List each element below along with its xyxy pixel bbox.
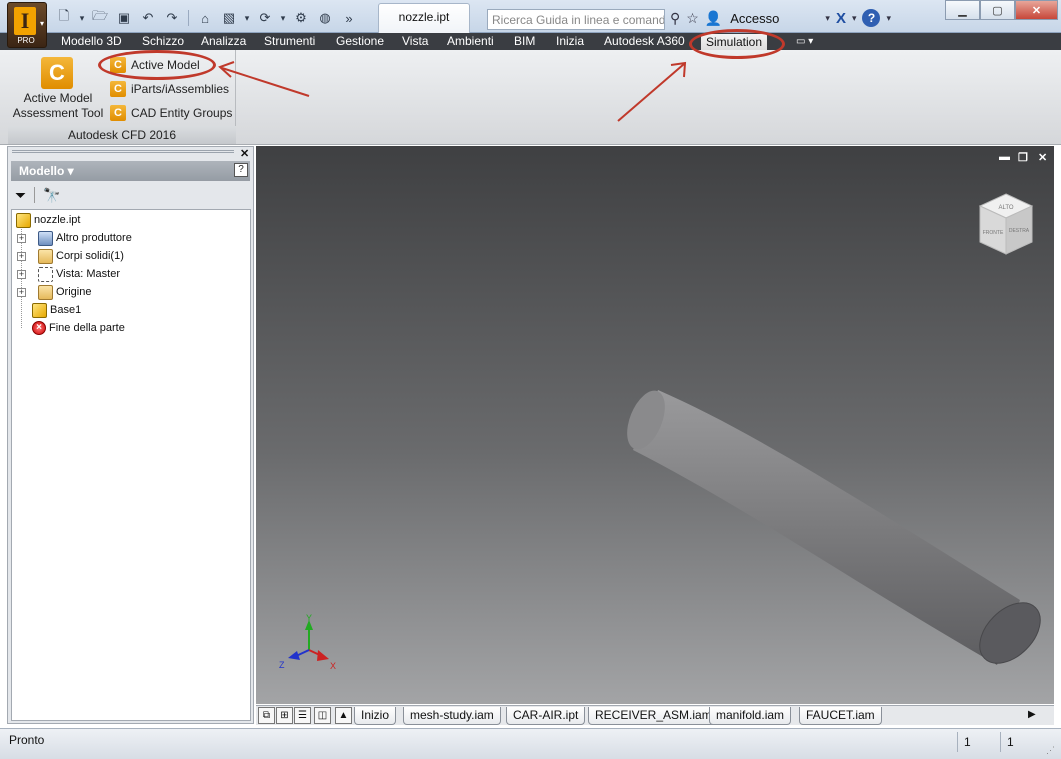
viewcube[interactable]: ALTO FRONTE DESTRA	[976, 192, 1036, 260]
tree-item-label: Corpi solidi(1)	[56, 250, 124, 262]
solid-bodies-icon	[38, 248, 53, 264]
part-icon	[16, 212, 31, 228]
third-party-icon	[38, 230, 53, 246]
cascade-windows-icon[interactable]: ⧉	[258, 707, 275, 724]
filter-icon[interactable]: ⏷	[15, 187, 26, 204]
tree-item-label: Fine della parte	[49, 322, 125, 334]
tree-item[interactable]: + Vista: Master	[17, 265, 120, 283]
expand-icon[interactable]: +	[17, 287, 26, 297]
help-icon[interactable]: ?	[234, 163, 248, 177]
browser-grip[interactable]	[12, 150, 234, 153]
base-feature-icon	[32, 302, 47, 318]
separator	[34, 187, 36, 203]
browser-header[interactable]: Modello ▾	[11, 161, 250, 181]
document-tab[interactable]: mesh-study.iam	[403, 707, 501, 725]
tile-grid-icon[interactable]: ⊞	[276, 707, 293, 724]
tree-item-label: Base1	[50, 304, 82, 316]
z-axis-head	[288, 651, 300, 660]
arrow-line	[221, 67, 310, 97]
expand-icon[interactable]: +	[17, 233, 26, 243]
tree-item[interactable]: + Origine	[17, 283, 91, 301]
viewcube-top-label: ALTO	[998, 205, 1013, 211]
viewport-restore-icon[interactable]: ❐	[1018, 151, 1028, 164]
viewcube-front-label: FRONTE	[983, 230, 1004, 236]
end-of-part-icon: ×	[32, 321, 46, 335]
viewport-minimize-icon[interactable]: ▬	[999, 151, 1010, 163]
scroll-right-icon[interactable]: ▶	[1028, 709, 1036, 720]
document-tab[interactable]: RECEIVER_ASM.iam	[588, 707, 719, 725]
tree-item-label: Altro produttore	[56, 232, 132, 244]
expand-icon[interactable]: +	[17, 269, 26, 279]
x-axis-head	[317, 650, 329, 661]
x-axis-label: X	[330, 661, 336, 671]
annotation-arrows	[218, 61, 687, 122]
viewcube-right-label: DESTRA	[1009, 228, 1030, 234]
viewport-close-icon[interactable]: ✕	[1038, 151, 1047, 164]
tree-item[interactable]: × Fine della parte	[32, 319, 125, 337]
tile-vertical-icon[interactable]: ◫	[314, 707, 331, 724]
browser-title: Modello	[19, 164, 65, 178]
tab-list-icon[interactable]: ▲	[335, 707, 352, 724]
edition-label: PRO	[17, 36, 35, 45]
axis-triad: Y X Z	[279, 613, 336, 671]
y-axis-label: Y	[306, 613, 312, 623]
nozzle-body	[633, 390, 1020, 665]
origin-folder-icon	[38, 284, 53, 300]
tree-item[interactable]: Base1	[32, 301, 81, 319]
document-tab[interactable]: Inizio	[354, 707, 397, 725]
application-menu-button[interactable]: I PRO ▾	[7, 2, 47, 48]
tree-item[interactable]: + Corpi solidi(1)	[17, 247, 124, 265]
document-tab[interactable]: manifold.iam	[709, 707, 792, 725]
nozzle-model[interactable]	[600, 380, 1060, 680]
browser-toolbar: ⏷ 🔭	[11, 183, 250, 207]
status-bar	[0, 728, 1061, 759]
status-count: 1	[1000, 732, 1040, 752]
find-icon[interactable]: 🔭	[43, 187, 60, 204]
tree-item-root[interactable]: nozzle.ipt	[16, 211, 80, 229]
chevron-down-icon: ▾	[39, 19, 44, 28]
model-tree: nozzle.ipt + Altro produttore + Corpi so…	[11, 209, 251, 721]
close-icon[interactable]: ✕	[240, 147, 249, 160]
document-tab[interactable]: FAUCET.iam	[799, 707, 882, 725]
z-axis-label: Z	[279, 660, 285, 670]
inventor-logo: I	[14, 7, 36, 35]
tree-item-label: nozzle.ipt	[34, 214, 81, 226]
tile-horizontal-icon[interactable]: ☰	[294, 707, 311, 724]
document-tab[interactable]: CAR-AIR.ipt	[506, 707, 586, 725]
status-count: 1	[957, 732, 995, 752]
document-tab-bar: ⧉ ⊞ ☰ ◫ ▲ Inizio mesh-study.iam CAR-AIR.…	[256, 705, 1054, 725]
tree-item[interactable]: + Altro produttore	[17, 229, 132, 247]
resize-grip-icon[interactable]: ⋰	[1046, 745, 1055, 756]
status-text: Pronto	[9, 733, 45, 747]
expand-icon[interactable]: +	[17, 251, 26, 261]
arrow-line	[617, 63, 685, 122]
view-rep-icon	[38, 266, 53, 282]
tree-item-label: Origine	[56, 286, 92, 298]
tree-item-label: Vista: Master	[56, 268, 120, 280]
